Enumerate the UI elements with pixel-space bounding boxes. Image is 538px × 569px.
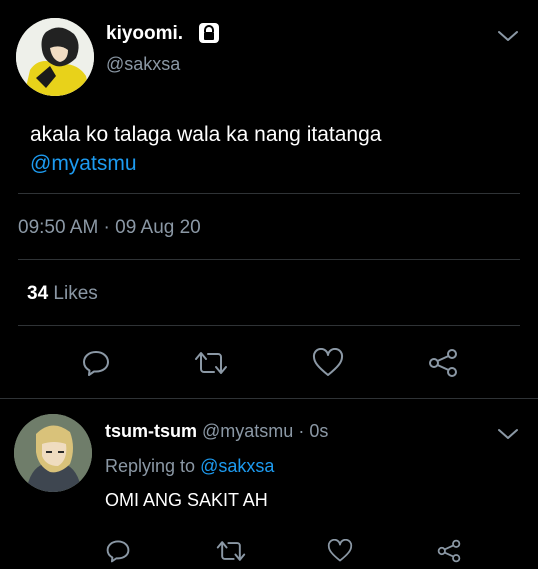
retweet-icon[interactable] — [191, 345, 231, 381]
heart-icon[interactable] — [325, 536, 355, 566]
divider — [18, 259, 520, 260]
lock-icon — [198, 22, 220, 44]
likes-count: 34 — [27, 283, 49, 304]
replying-to-handle[interactable]: @sakxsa — [200, 456, 274, 476]
reply-icon[interactable] — [103, 536, 133, 566]
avatar-image — [14, 414, 92, 492]
mention-link[interactable]: @myatsmu — [30, 149, 381, 178]
chevron-down-icon[interactable] — [494, 24, 522, 48]
divider — [18, 193, 520, 194]
timestamp[interactable]: 09:50 AM · 09 Aug 20 — [18, 217, 201, 239]
avatar-image — [16, 18, 94, 96]
likes-stat[interactable]: 34 Likes — [27, 283, 98, 305]
heart-icon[interactable] — [310, 345, 346, 381]
share-icon[interactable] — [424, 345, 462, 381]
handle[interactable]: @sakxsa — [106, 54, 180, 75]
likes-label: Likes — [53, 283, 98, 304]
share-icon[interactable] — [433, 536, 465, 566]
avatar[interactable] — [14, 414, 92, 492]
avatar[interactable] — [16, 18, 94, 96]
replying-to-label: Replying to — [105, 456, 196, 476]
tweet-body: akala ko talaga wala ka nang itatanga — [30, 123, 382, 146]
reply-icon[interactable] — [78, 345, 114, 381]
reply-time: · 0s — [298, 421, 329, 441]
tweet-text: akala ko talaga wala ka nang itatanga @m… — [30, 120, 381, 178]
reply-display-name[interactable]: tsum-tsum — [105, 421, 197, 441]
reply-handle[interactable]: @myatsmu — [202, 421, 293, 441]
retweet-icon[interactable] — [214, 536, 248, 566]
chevron-down-icon[interactable] — [494, 422, 522, 446]
reply-text: OMI ANG SAKIT AH — [105, 490, 268, 510]
replying-to: Replying to @sakxsa — [105, 456, 274, 477]
reply-header: tsum-tsum @myatsmu · 0s — [105, 421, 328, 442]
divider — [18, 325, 520, 326]
display-name[interactable]: kiyoomi. — [106, 23, 183, 45]
display-name-text: kiyoomi. — [106, 23, 184, 44]
section-divider — [0, 398, 538, 399]
